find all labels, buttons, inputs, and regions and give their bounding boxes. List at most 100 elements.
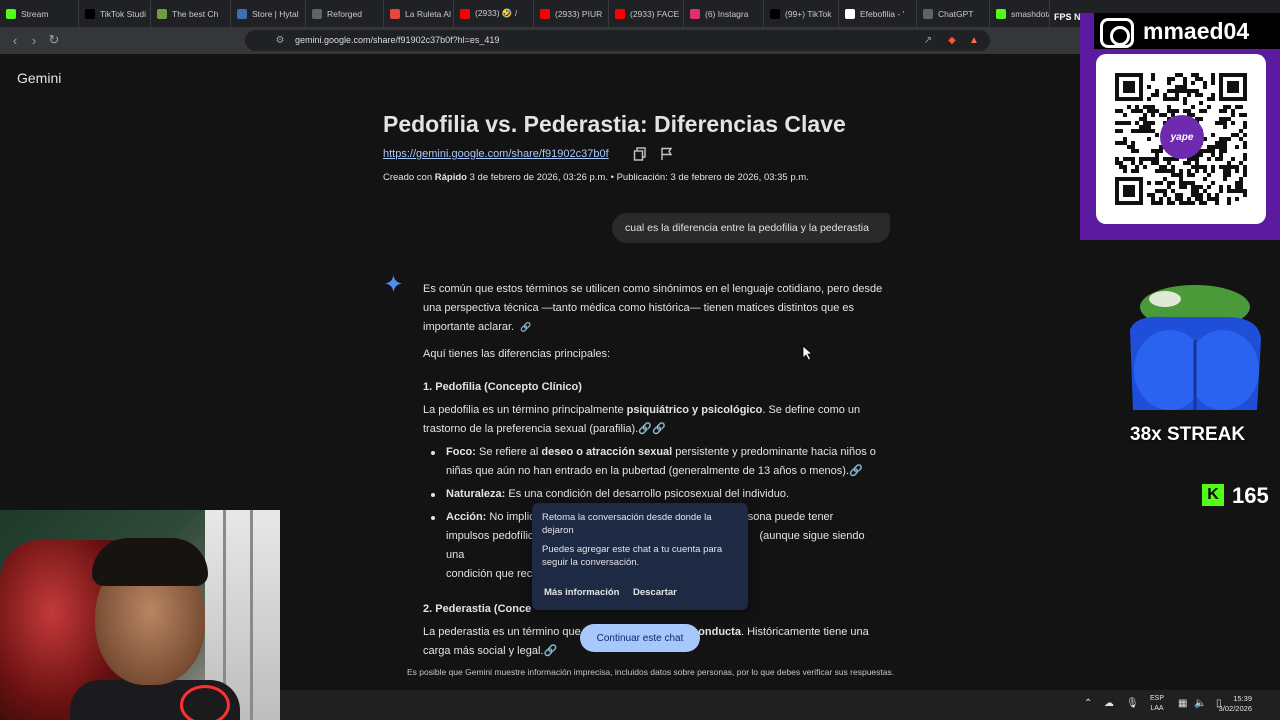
- browser-tab[interactable]: Efebofilia - ': [839, 0, 917, 27]
- clock-date: 3/02/2026: [1218, 704, 1252, 713]
- share-icon[interactable]: ↗: [921, 33, 935, 47]
- system-clock[interactable]: 15:39 3/02/2026: [1208, 694, 1252, 714]
- qr-module: [1199, 117, 1203, 121]
- bullet-label: Foco:: [446, 446, 476, 458]
- instagram-icon: [1100, 18, 1134, 48]
- qr-module: [1167, 105, 1171, 109]
- qr-module: [1243, 125, 1247, 129]
- source-link-icon[interactable]: 🔗: [652, 423, 666, 435]
- brave-rewards-icon[interactable]: ▲: [967, 33, 981, 47]
- qr-module: [1175, 73, 1179, 77]
- tab-label: (99+) TikTok: [785, 8, 832, 19]
- qr-module: [1155, 93, 1159, 97]
- qr-module: [1131, 129, 1135, 133]
- bullet-bold: deseo o atracción sexual: [541, 446, 673, 458]
- qr-module: [1219, 149, 1223, 153]
- back-icon[interactable]: ‹: [6, 31, 24, 49]
- qr-module: [1243, 141, 1247, 145]
- qr-module: [1235, 145, 1239, 149]
- qr-module: [1199, 197, 1203, 201]
- browser-tab[interactable]: Stream: [0, 0, 79, 27]
- qr-module: [1191, 157, 1195, 161]
- copy-icon[interactable]: [633, 147, 647, 161]
- qr-module: [1175, 197, 1179, 201]
- qr-module: [1151, 201, 1155, 205]
- browser-tab[interactable]: smashdota: [990, 0, 1050, 27]
- qr-module: [1163, 177, 1167, 181]
- dismiss-button[interactable]: Descartar: [633, 587, 677, 598]
- network-icon[interactable]: ▦: [1178, 698, 1187, 709]
- qr-module: [1139, 161, 1143, 165]
- qr-module: [1115, 157, 1119, 161]
- browser-tab[interactable]: (2933) FACE: [609, 0, 684, 27]
- share-metadata: Creado con Rápido 3 de febrero de 2026, …: [383, 172, 809, 183]
- page-title: Pedofilia vs. Pederastia: Diferencias Cl…: [383, 111, 846, 137]
- site-info-icon[interactable]: ⚙: [273, 33, 287, 47]
- browser-tab[interactable]: (99+) TikTok: [764, 0, 839, 27]
- qr-module: [1139, 157, 1143, 161]
- source-link-icon[interactable]: 🔗: [543, 645, 557, 657]
- source-link-icon[interactable]: 🔗: [849, 465, 863, 477]
- browser-tab[interactable]: (2933) PIUR: [534, 0, 609, 27]
- qr-module: [1151, 109, 1155, 113]
- qr-module: [1223, 125, 1227, 129]
- qr-module: [1163, 97, 1167, 101]
- tab-label: La Ruleta Al: [405, 8, 451, 19]
- browser-tab[interactable]: The best Ch: [151, 0, 231, 27]
- tray-chevron-icon[interactable]: ⌃: [1084, 698, 1092, 709]
- qr-module: [1187, 93, 1191, 97]
- browser-tab[interactable]: (2933) 🤣 /: [454, 0, 534, 27]
- share-link[interactable]: https://gemini.google.com/share/f91902c3…: [383, 148, 609, 160]
- qr-module: [1219, 145, 1223, 149]
- input-language[interactable]: ESP LAA: [1149, 694, 1165, 714]
- flag-icon[interactable]: [660, 147, 674, 161]
- qr-module: [1203, 201, 1207, 205]
- browser-tab[interactable]: La Ruleta Al: [384, 0, 454, 27]
- browser-tab[interactable]: Store | Hytal: [231, 0, 306, 27]
- browser-tab[interactable]: (6) Instagra: [684, 0, 764, 27]
- qr-module: [1163, 93, 1167, 97]
- brave-shield-icon[interactable]: ◆: [945, 33, 959, 47]
- qr-module: [1211, 149, 1215, 153]
- browser-tab[interactable]: ChatGPT: [917, 0, 990, 27]
- microphone-icon[interactable]: 🎙: [1126, 698, 1139, 709]
- onedrive-icon[interactable]: ☁: [1104, 698, 1114, 709]
- browser-tab[interactable]: TikTok Studi: [79, 0, 151, 27]
- qr-module: [1183, 185, 1187, 189]
- source-link-icon[interactable]: 🔗: [520, 318, 531, 337]
- reload-icon[interactable]: ↻: [45, 31, 63, 49]
- qr-module: [1115, 129, 1119, 133]
- tab-label: Reforged: [327, 8, 362, 19]
- qr-module: [1243, 173, 1247, 177]
- webcam-feed: [0, 510, 280, 720]
- intro-text: Es común que estos términos se utilicen …: [423, 283, 883, 333]
- learn-more-button[interactable]: Más información: [544, 587, 620, 598]
- browser-tab[interactable]: Reforged: [306, 0, 384, 27]
- qr-module: [1199, 185, 1203, 189]
- qr-module: [1203, 109, 1207, 113]
- qr-module: [1195, 157, 1199, 161]
- qr-module: [1203, 177, 1207, 181]
- tab-label: (2933) 🤣 /: [475, 8, 518, 18]
- source-link-icon[interactable]: 🔗: [638, 423, 652, 435]
- qr-module: [1227, 105, 1231, 109]
- qr-module: [1151, 129, 1155, 133]
- forward-icon[interactable]: ›: [25, 31, 43, 49]
- qr-module: [1179, 73, 1183, 77]
- gemini-logo[interactable]: Gemini: [17, 70, 61, 86]
- qr-module: [1147, 181, 1151, 185]
- section1-paragraph: La pedofilia es un término principalment…: [423, 401, 883, 439]
- volume-icon[interactable]: 🔈: [1194, 698, 1206, 709]
- bullet-text: No implic: [489, 511, 535, 523]
- qr-module: [1223, 105, 1227, 109]
- qr-module: [1139, 125, 1143, 129]
- qr-module: [1175, 193, 1179, 197]
- continue-chat-button[interactable]: Continuar este chat: [580, 624, 700, 652]
- qr-module: [1163, 165, 1167, 169]
- qr-module: [1159, 169, 1163, 173]
- reforged-icon: [312, 8, 322, 19]
- address-bar[interactable]: ⚙ gemini.google.com/share/f91902c37b0f?h…: [245, 30, 990, 51]
- clock-time: 15:39: [1233, 694, 1252, 703]
- qr-module: [1187, 161, 1191, 165]
- bullet-text: condición que rec: [446, 568, 533, 580]
